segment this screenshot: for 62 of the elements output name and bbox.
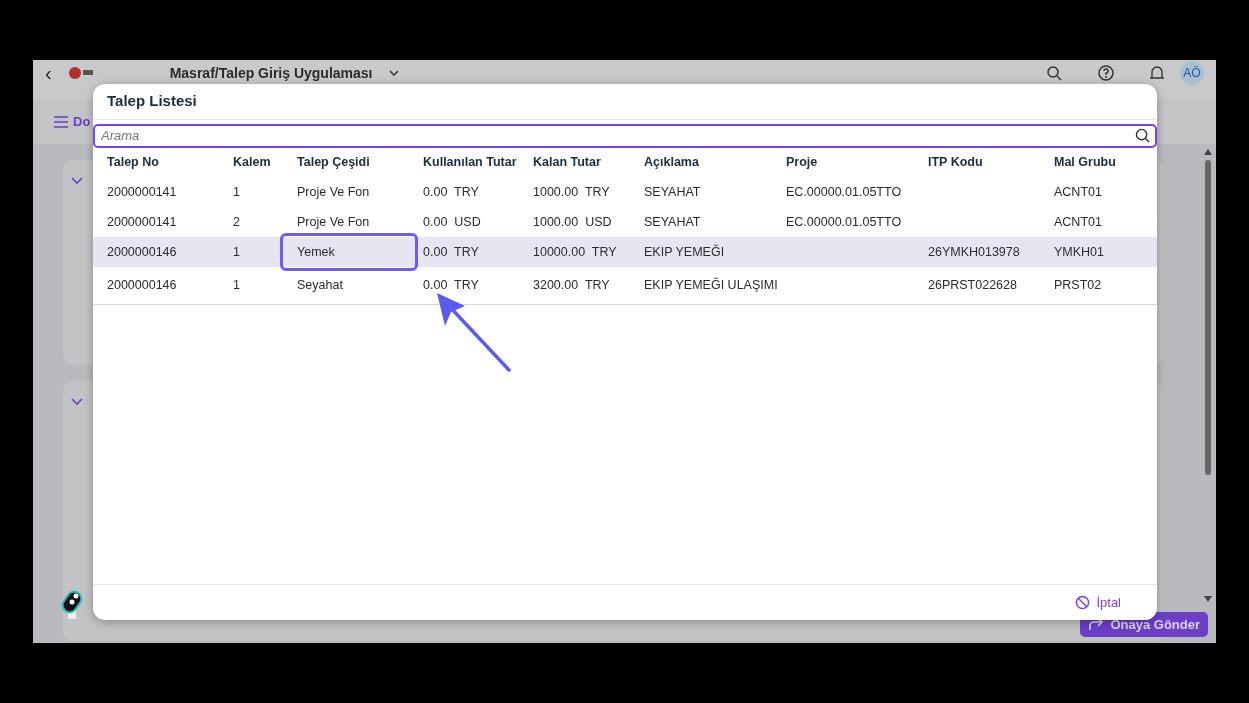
table-cell-text: 2000000141 xyxy=(107,183,178,201)
table-cell-text: YMKH01 xyxy=(1054,243,1106,261)
column-header[interactable]: Proje xyxy=(786,152,928,172)
table-cell-text: SEYAHAT xyxy=(644,213,702,231)
table-row[interactable]: 2000000141 2 Proje Ve Fon 0.00 USD 1000.00 USD SEYAHAT EC.00000.01.05TTO ACNT01 xyxy=(93,207,1157,237)
table-cell-text: 1 xyxy=(233,183,241,201)
table-cell-text: 1000.00 TRY xyxy=(533,183,611,201)
column-header[interactable]: Kullanılan Tutar xyxy=(423,152,533,172)
table-cell-text: 2000000146 xyxy=(107,243,178,261)
table-row[interactable]: 2000000141 1 Proje Ve Fon 0.00 TRY 1000.00 TRY SEYAHAT EC.00000.01.05TTO ACNT01 xyxy=(93,177,1157,207)
menu-icon xyxy=(53,116,69,128)
cancel-button[interactable]: İptal xyxy=(1075,592,1121,613)
menu-button[interactable]: Do xyxy=(33,112,91,132)
app-title[interactable]: Masraf/Talep Giriş Uygulaması xyxy=(169,66,373,80)
table-cell-text: 0.00 USD xyxy=(423,213,482,231)
column-header[interactable]: Kalem xyxy=(233,152,297,172)
table-cell-text: 1000.00 USD xyxy=(533,213,613,231)
table-cell-text: Yemek xyxy=(297,243,336,261)
table-cell-text: Proje Ve Fon xyxy=(297,213,371,231)
chevron-down-icon[interactable] xyxy=(388,69,399,77)
table-cell-text: EC.00000.01.05TTO xyxy=(786,183,903,201)
search-icon[interactable] xyxy=(1135,128,1150,143)
bell-icon[interactable] xyxy=(1150,65,1164,81)
column-header[interactable]: Talep No xyxy=(107,152,233,172)
table-cell-text: ACNT01 xyxy=(1054,213,1103,231)
column-header[interactable]: Kalan Tutar xyxy=(533,152,644,172)
ban-icon xyxy=(1075,595,1091,610)
table-cell-text: 0.00 TRY xyxy=(423,243,480,261)
table-cell-text: 0.00 TRY xyxy=(423,183,480,201)
table-cell-text: EKIP YEMEĞI xyxy=(644,243,726,261)
back-button[interactable]: ‹ xyxy=(45,60,52,88)
user-avatar[interactable]: AÖ xyxy=(1180,61,1204,85)
table-cell-text: 2000000141 xyxy=(107,213,178,231)
table-cell-text: PRST02 xyxy=(1054,277,1103,295)
column-header[interactable]: Mal Grubu xyxy=(1054,152,1144,172)
table-cell-text: 26YMKH013978 xyxy=(928,243,1021,261)
table-cell-text: 1 xyxy=(233,243,241,261)
table-cell-text: 26PRST022628 xyxy=(928,277,1018,295)
table-row[interactable]: 2000000146 1 Yemek 0.00 TRY 10000.00 TRY EKIP YEMEĞI 26YMKH013978 YMKH01 xyxy=(93,237,1157,267)
help-icon[interactable] xyxy=(1098,65,1114,81)
dialog-title: Talep Listesi xyxy=(93,84,1157,120)
table-cell-text: SEYAHAT xyxy=(644,183,702,201)
column-header[interactable]: Talep Çeşidi xyxy=(297,152,423,172)
table-cell-text: EKIP YEMEĞI ULAŞIMI xyxy=(644,278,779,293)
table-cell-text: 3200.00 TRY xyxy=(533,277,611,295)
forward-icon xyxy=(1088,617,1105,632)
search-icon[interactable] xyxy=(1046,65,1062,81)
chevron-down-icon[interactable] xyxy=(71,176,83,185)
table-cell-text: 2000000146 xyxy=(107,277,178,295)
chevron-down-icon[interactable] xyxy=(71,397,83,406)
table-cell-text: 10000.00 TRY xyxy=(533,243,618,261)
search-field[interactable]: Arama xyxy=(93,123,1157,148)
table-cell-text: ACNT01 xyxy=(1054,183,1103,201)
column-header[interactable]: Açıklama xyxy=(644,152,786,172)
table-cell-text: EC.00000.01.05TTO xyxy=(786,213,903,231)
table-cell-text: 0.00 TRY xyxy=(423,277,480,295)
table-cell-text: Seyahat xyxy=(297,277,344,295)
table-cell-text: Proje Ve Fon xyxy=(297,183,371,201)
column-header[interactable]: ITP Kodu xyxy=(928,152,1054,172)
company-logo xyxy=(67,65,94,81)
table-cell-text: 1 xyxy=(233,277,241,295)
table-cell-text: 2 xyxy=(233,213,241,231)
